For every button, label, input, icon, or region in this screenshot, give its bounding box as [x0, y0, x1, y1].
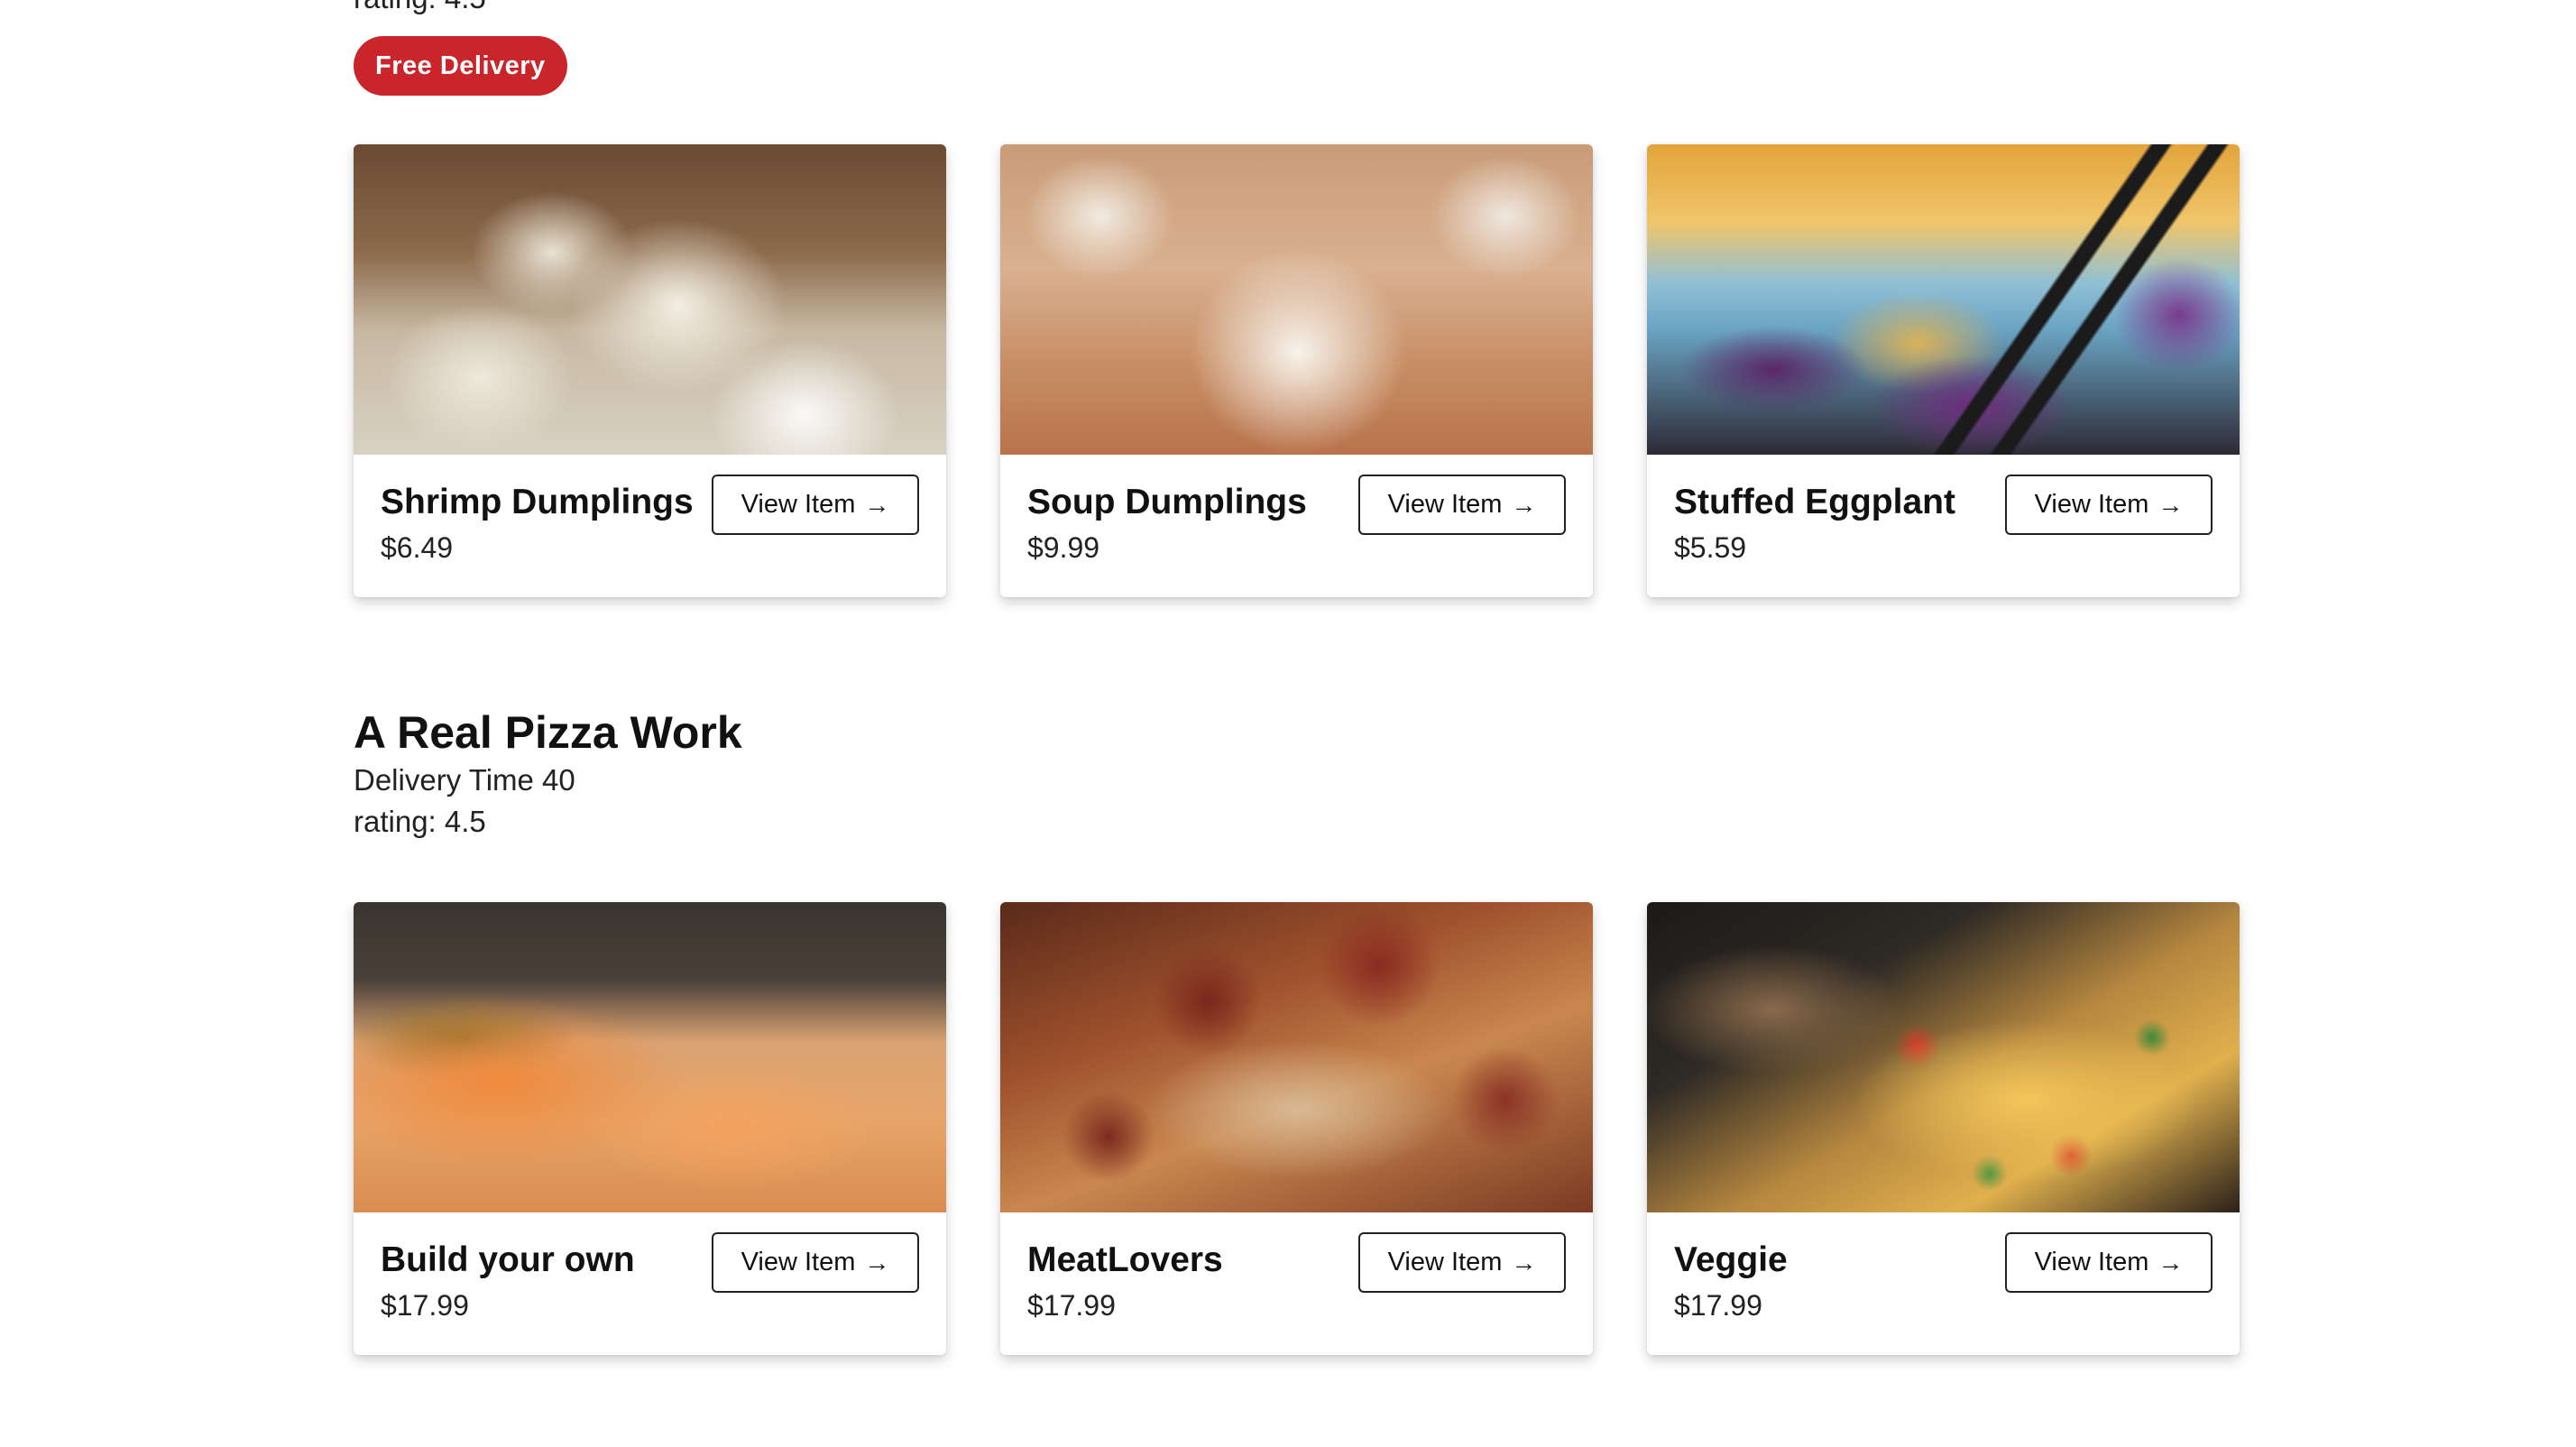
arrow-right-icon: → [864, 1248, 890, 1276]
menu-items-grid: Shrimp Dumplings $6.49 View Item → Soup … [354, 144, 2240, 597]
view-item-button[interactable]: View Item → [712, 475, 919, 535]
card-body: Soup Dumplings $9.99 View Item → [1027, 475, 1566, 597]
item-price: $17.99 [381, 1289, 469, 1322]
restaurant-title: A Real Pizza Work [354, 707, 742, 758]
view-item-button[interactable]: View Item → [1358, 475, 1566, 535]
meatlovers-photo [1000, 902, 1593, 1212]
arrow-right-icon: → [1511, 1248, 1537, 1276]
view-item-button[interactable]: View Item → [712, 1232, 919, 1293]
item-name: Shrimp Dumplings [381, 483, 694, 521]
view-item-label: View Item [2034, 1248, 2149, 1276]
delivery-time: Delivery Time 40 [354, 763, 575, 797]
menu-item-card[interactable]: Stuffed Eggplant $5.59 View Item → [1647, 144, 2240, 597]
menu-item-card[interactable]: Build your own $17.99 View Item → [354, 902, 946, 1355]
menu-item-card[interactable]: MeatLovers $17.99 View Item → [1000, 902, 1593, 1355]
item-price: $9.99 [1027, 531, 1100, 564]
view-item-button[interactable]: View Item → [1358, 1232, 1566, 1293]
soup-dumplings-photo [1000, 144, 1593, 455]
view-item-button[interactable]: View Item → [2005, 475, 2213, 535]
view-item-button[interactable]: View Item → [2005, 1232, 2213, 1293]
menu-items-grid: Build your own $17.99 View Item → MeatLo… [354, 902, 2240, 1355]
item-price: $6.49 [381, 531, 454, 564]
item-price: $17.99 [1027, 1289, 1116, 1322]
item-name: Build your own [381, 1240, 635, 1279]
arrow-right-icon: → [2157, 1248, 2184, 1276]
stuffed-eggplant-photo [1647, 144, 2240, 455]
free-delivery-badge: Free Delivery [354, 36, 567, 96]
item-price: $17.99 [1674, 1289, 1762, 1322]
item-name: Veggie [1674, 1240, 1788, 1279]
view-item-label: View Item [1387, 490, 1503, 519]
item-name: Stuffed Eggplant [1674, 483, 1955, 521]
restaurant-header: A Real Pizza Work Delivery Time 40 ratin… [354, 705, 742, 843]
item-price: $5.59 [1674, 531, 1747, 564]
arrow-right-icon: → [864, 490, 890, 519]
card-body: Shrimp Dumplings $6.49 View Item → [381, 475, 919, 597]
menu-item-card[interactable]: Soup Dumplings $9.99 View Item → [1000, 144, 1593, 597]
card-body: Build your own $17.99 View Item → [381, 1232, 919, 1355]
item-name: MeatLovers [1027, 1240, 1223, 1279]
shrimp-dumplings-photo [354, 144, 946, 455]
item-name: Soup Dumplings [1027, 483, 1307, 521]
menu-item-card[interactable]: Veggie $17.99 View Item → [1647, 902, 2240, 1355]
card-body: Veggie $17.99 View Item → [1674, 1232, 2213, 1355]
view-item-label: View Item [1387, 1248, 1503, 1276]
restaurant-listing-page: rating: 4.5 Free Delivery Shrimp Dumplin… [0, 0, 2576, 1447]
card-body: MeatLovers $17.99 View Item → [1027, 1232, 1566, 1355]
menu-item-card[interactable]: Shrimp Dumplings $6.49 View Item → [354, 144, 946, 597]
view-item-label: View Item [2034, 490, 2149, 519]
card-body: Stuffed Eggplant $5.59 View Item → [1674, 475, 2213, 597]
restaurant-rating: rating: 4.5 [354, 805, 486, 838]
arrow-right-icon: → [2157, 490, 2184, 519]
build-your-own-photo [354, 902, 946, 1212]
arrow-right-icon: → [1511, 490, 1537, 519]
view-item-label: View Item [741, 1248, 856, 1276]
view-item-label: View Item [741, 490, 856, 519]
veggie-photo [1647, 902, 2240, 1212]
restaurant-rating: rating: 4.5 [354, 0, 486, 16]
